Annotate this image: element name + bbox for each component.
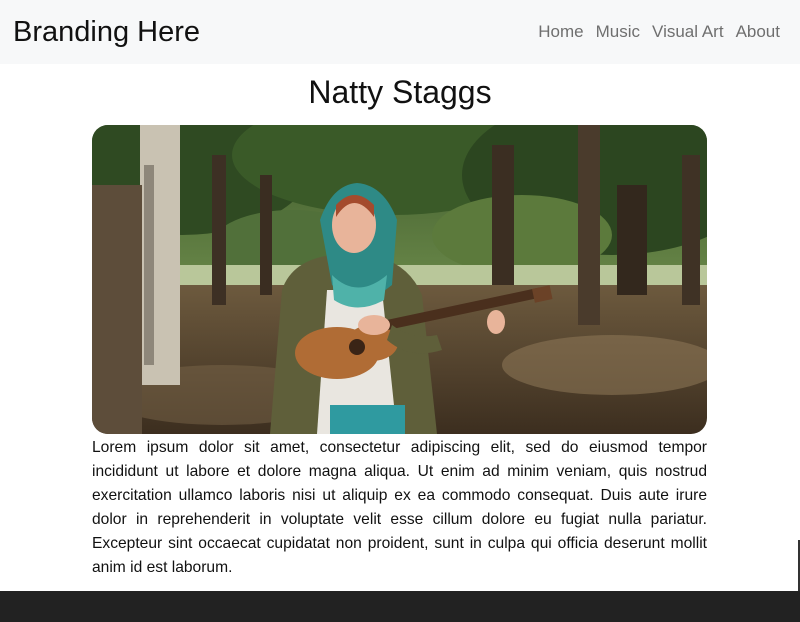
brand-link[interactable]: Branding Here xyxy=(13,14,200,50)
hero-photo xyxy=(92,125,707,434)
page-title: Natty Staggs xyxy=(308,74,492,110)
nav-visual-art-link[interactable]: Visual Art xyxy=(652,20,724,44)
hero-photo-illustration xyxy=(92,125,707,434)
nav-music-link[interactable]: Music xyxy=(596,20,640,44)
body-paragraph: Lorem ipsum dolor sit amet, consectetur … xyxy=(92,439,707,576)
nav-home-link[interactable]: Home xyxy=(538,20,583,44)
nav-about-link[interactable]: About xyxy=(736,20,780,44)
navbar: Branding Here Home Music Visual Art Abou… xyxy=(0,0,800,64)
nav-links: Home Music Visual Art About xyxy=(538,20,780,44)
footer xyxy=(0,591,800,622)
